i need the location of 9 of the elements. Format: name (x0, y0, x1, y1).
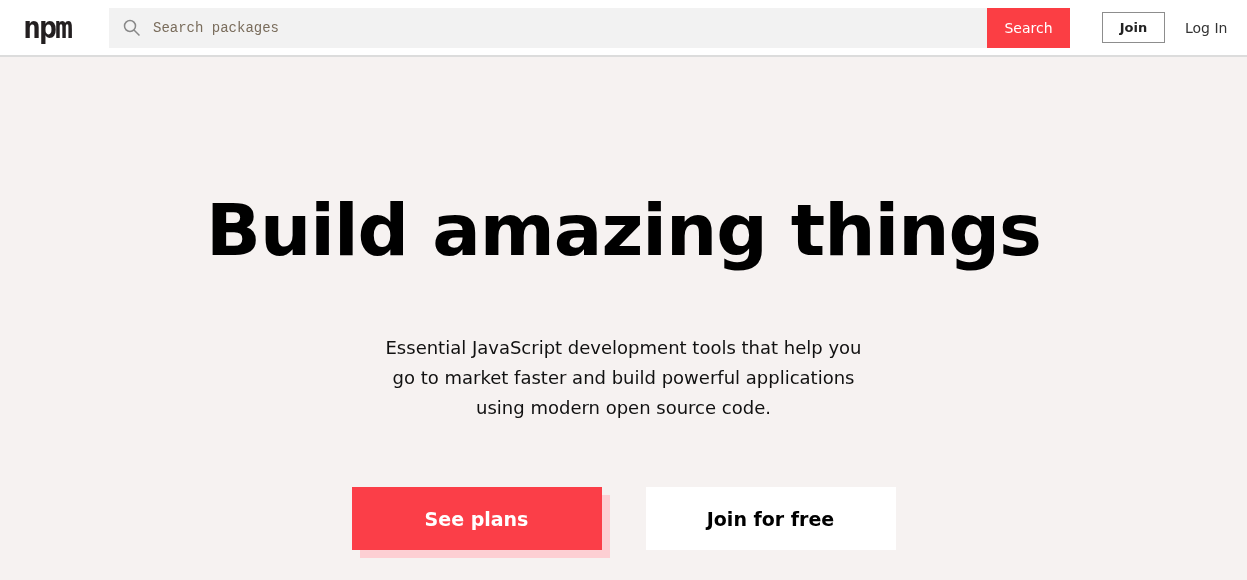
join-free-button[interactable]: Join for free (645, 487, 896, 550)
search-icon (123, 18, 141, 37)
logo[interactable]: npm (23, 9, 95, 46)
login-link[interactable]: Log In (1185, 19, 1228, 36)
search-button[interactable]: Search (987, 7, 1070, 48)
search-field[interactable]: Search packages (109, 7, 987, 48)
join-button[interactable]: Join (1102, 12, 1165, 43)
hero-description: Essential JavaScript development tools that help you go to market faster and build powerful applications using modern open source code. (385, 336, 862, 420)
hero-title: Build amazing things (206, 187, 1041, 274)
